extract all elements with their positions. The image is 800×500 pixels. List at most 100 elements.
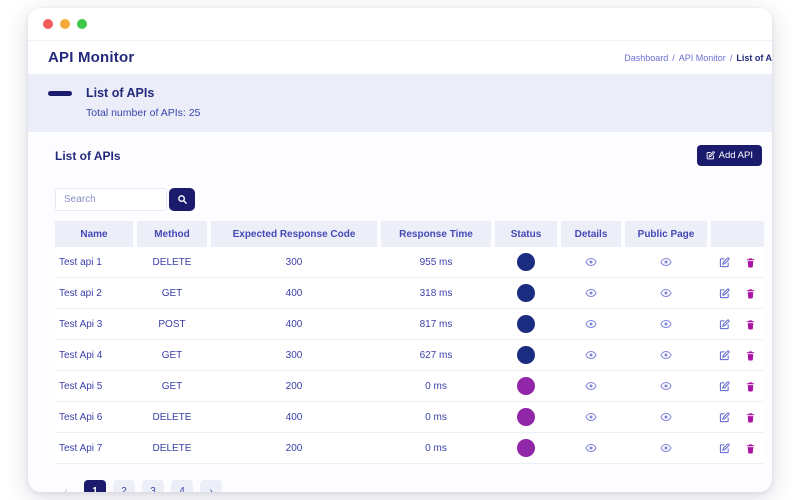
- details-cell: [561, 309, 621, 339]
- column-header: Expected Response Code: [211, 221, 377, 247]
- method-cell: DELETE: [152, 442, 192, 454]
- status-indicator: [517, 284, 535, 302]
- column-header: Response Time: [381, 221, 491, 247]
- dash-icon: [48, 90, 72, 96]
- column-header: Details: [561, 221, 621, 247]
- delete-api-button[interactable]: [745, 319, 756, 330]
- public-page-eye-icon[interactable]: [660, 287, 672, 299]
- details-cell: [561, 433, 621, 463]
- edit-api-button[interactable]: [719, 287, 730, 299]
- response-time-cell: 0 ms: [425, 380, 447, 392]
- details-cell: [561, 278, 621, 308]
- edit-square-icon: [706, 151, 715, 160]
- table-row: Test Api 5 GET 200 0 ms: [55, 371, 764, 402]
- column-header: Method: [137, 221, 207, 247]
- public-page-eye-icon[interactable]: [660, 318, 672, 330]
- traffic-light-maximize-icon[interactable]: [77, 19, 87, 29]
- response-time-cell: 0 ms: [425, 411, 447, 423]
- pagination-next-button[interactable]: ›: [200, 480, 222, 492]
- expected-response-code-cell: 300: [285, 349, 303, 361]
- public-page-eye-icon[interactable]: [660, 442, 672, 454]
- pagination-prev-button[interactable]: ‹: [55, 480, 77, 493]
- api-name-cell: Test api 2: [59, 287, 102, 299]
- status-indicator: [517, 346, 535, 364]
- method-cell: GET: [161, 349, 183, 361]
- edit-api-button[interactable]: [719, 349, 730, 361]
- pagination-page-4[interactable]: 4: [171, 480, 193, 492]
- status-cell: [495, 247, 557, 277]
- table-row: Test Api 6 DELETE 400 0 ms: [55, 402, 764, 433]
- search-input[interactable]: [55, 188, 167, 211]
- details-eye-icon[interactable]: [585, 411, 597, 423]
- column-header: Public Page: [625, 221, 707, 247]
- edit-api-button[interactable]: [719, 256, 730, 268]
- status-cell: [495, 371, 557, 401]
- content-area: List of APIs Add API Search Name Method …: [28, 132, 772, 492]
- expected-response-code-cell: 200: [285, 380, 303, 392]
- breadcrumb-item[interactable]: API Monitor: [679, 53, 726, 63]
- breadcrumb-item[interactable]: List of A: [736, 53, 772, 63]
- column-header: Status: [495, 221, 557, 247]
- delete-api-button[interactable]: [745, 412, 756, 423]
- delete-api-button[interactable]: [745, 288, 756, 299]
- search-bar: [55, 188, 764, 211]
- public-page-cell: [625, 371, 707, 401]
- pagination-page-2[interactable]: 2: [113, 480, 135, 492]
- breadcrumb-item[interactable]: Dashboard: [624, 53, 668, 63]
- public-page-cell: [625, 402, 707, 432]
- status-cell: [495, 340, 557, 370]
- pagination-page-3[interactable]: 3: [142, 480, 164, 492]
- table-row: Test api 2 GET 400 318 ms: [55, 278, 764, 309]
- app-header: API Monitor Dashboard / API Monitor / List o…: [28, 41, 772, 74]
- search-button[interactable]: [169, 188, 195, 211]
- edit-api-button[interactable]: [719, 318, 730, 330]
- table-row: Test api 1 DELETE 300 955 ms: [55, 247, 764, 278]
- api-name-cell: Test api 1: [59, 256, 102, 268]
- response-time-cell: 817 ms: [419, 318, 453, 330]
- expected-response-code-cell: 400: [285, 318, 303, 330]
- details-cell: [561, 247, 621, 277]
- breadcrumb-separator: /: [729, 52, 733, 63]
- details-eye-icon[interactable]: [585, 256, 597, 268]
- details-eye-icon[interactable]: [585, 318, 597, 330]
- details-eye-icon[interactable]: [585, 442, 597, 454]
- public-page-eye-icon[interactable]: [660, 349, 672, 361]
- details-eye-icon[interactable]: [585, 287, 597, 299]
- edit-api-button[interactable]: [719, 442, 730, 454]
- edit-api-button[interactable]: [719, 411, 730, 423]
- method-cell: POST: [158, 318, 186, 330]
- public-page-cell: [625, 309, 707, 339]
- expected-response-code-cell: 400: [285, 287, 303, 299]
- public-page-eye-icon[interactable]: [660, 256, 672, 268]
- table-row: Test Api 3 POST 400 817 ms: [55, 309, 764, 340]
- delete-api-button[interactable]: [745, 443, 756, 454]
- public-page-eye-icon[interactable]: [660, 380, 672, 392]
- section-title: List of APIs: [86, 86, 155, 100]
- total-apis-count: Total number of APIs: 25: [86, 107, 201, 119]
- api-table: Name Method Expected Response Code Response…: [55, 221, 764, 464]
- add-api-button[interactable]: Add API: [696, 145, 762, 166]
- traffic-light-close-icon[interactable]: [43, 19, 53, 29]
- api-name-cell: Test Api 6: [59, 411, 103, 423]
- public-page-cell: [625, 340, 707, 370]
- table-row: Test Api 4 GET 300 627 ms: [55, 340, 764, 371]
- expected-response-code-cell: 300: [285, 256, 303, 268]
- delete-api-button[interactable]: [745, 350, 756, 361]
- delete-api-button[interactable]: [745, 257, 756, 268]
- public-page-eye-icon[interactable]: [660, 411, 672, 423]
- window-titlebar: [28, 8, 772, 41]
- page-section-header: List of APIs Total number of APIs: 25: [28, 74, 772, 132]
- details-cell: [561, 371, 621, 401]
- edit-api-button[interactable]: [719, 380, 730, 392]
- delete-api-button[interactable]: [745, 381, 756, 392]
- api-name-cell: Test Api 7: [59, 442, 103, 454]
- actions-cell: [711, 371, 764, 401]
- pagination-page-1[interactable]: 1: [84, 480, 106, 492]
- status-cell: [495, 433, 557, 463]
- table-header-row: Name Method Expected Response Code Response…: [55, 221, 764, 247]
- details-eye-icon[interactable]: [585, 380, 597, 392]
- page-title: API Monitor: [48, 49, 135, 66]
- card-header: List of APIs Add API: [55, 145, 764, 166]
- details-eye-icon[interactable]: [585, 349, 597, 361]
- traffic-light-minimize-icon[interactable]: [60, 19, 70, 29]
